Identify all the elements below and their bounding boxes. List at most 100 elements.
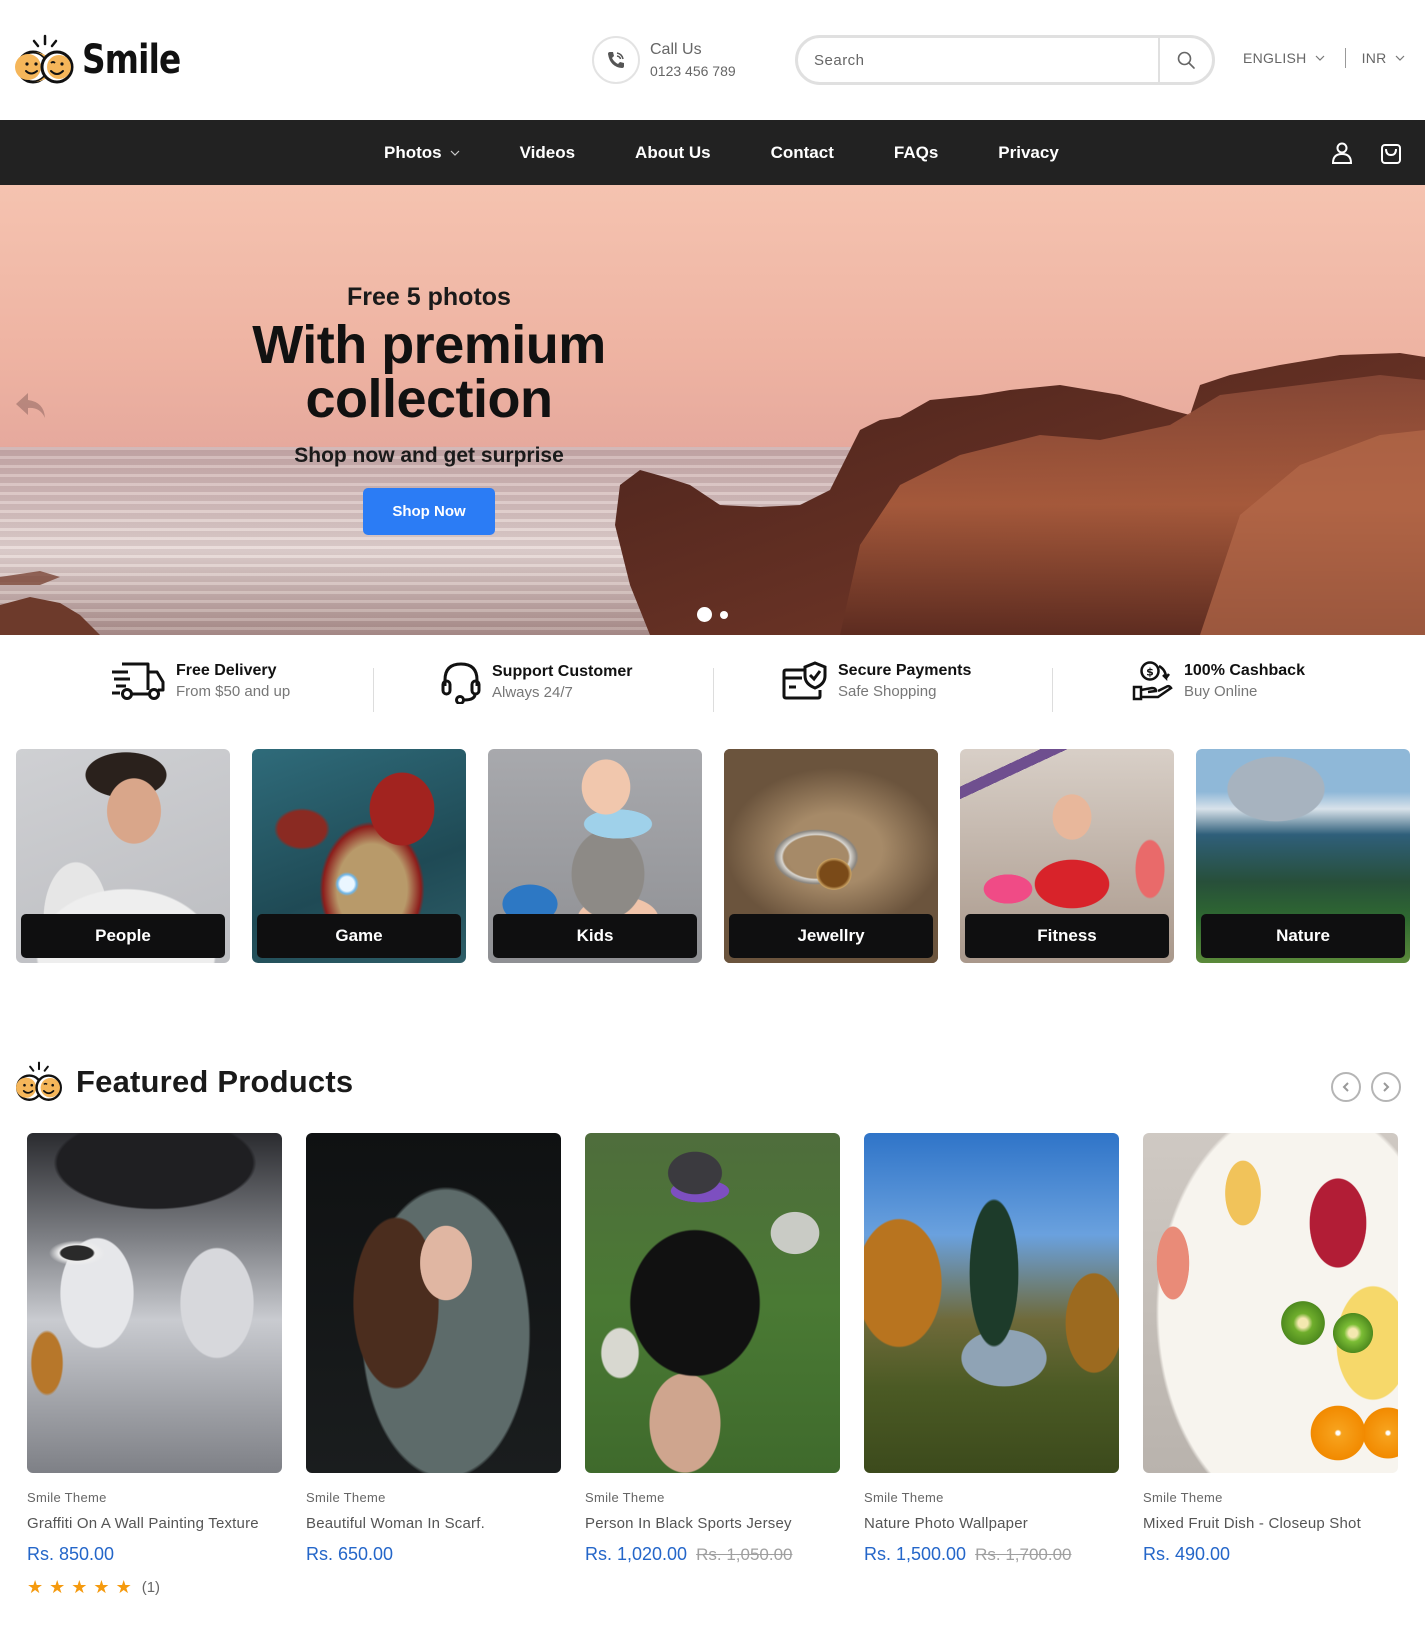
product-card: Smile Theme Nature Photo Wallpaper Rs. 1… <box>864 1133 1119 1598</box>
product-image[interactable] <box>585 1133 840 1473</box>
chevron-left-icon <box>1342 1082 1349 1092</box>
nav-item-photos[interactable]: Photos <box>384 143 460 163</box>
category-tile-nature[interactable]: Nature <box>1196 749 1410 963</box>
category-tile-kids[interactable]: Kids <box>488 749 702 963</box>
category-label: Fitness <box>965 914 1169 958</box>
nav-item-faqs[interactable]: FAQs <box>894 143 938 163</box>
star-icon: ★ <box>93 1577 110 1597</box>
nav-item-label: Photos <box>384 142 442 162</box>
locale-selectors: ENGLISH INR <box>1243 48 1405 68</box>
product-image[interactable] <box>1143 1133 1398 1473</box>
category-label: Kids <box>493 914 697 958</box>
product-card: Smile Theme Beautiful Woman In Scarf. Rs… <box>306 1133 561 1598</box>
nav-item-contact[interactable]: Contact <box>771 143 834 163</box>
star-icon: ★ <box>27 1577 44 1597</box>
category-tile-fitness[interactable]: Fitness <box>960 749 1174 963</box>
shop-now-button[interactable]: Shop Now <box>363 488 495 535</box>
product-vendor: Smile Theme <box>585 1490 665 1505</box>
slider-dot-active[interactable] <box>697 607 712 622</box>
chevron-down-icon <box>1395 55 1405 61</box>
phone-icon <box>592 36 640 84</box>
call-number[interactable]: 0123 456 789 <box>650 61 736 81</box>
product-image[interactable] <box>27 1133 282 1473</box>
account-button[interactable] <box>1331 141 1353 165</box>
nav-item-label: Privacy <box>998 142 1059 162</box>
currency-selector[interactable]: INR <box>1362 50 1405 66</box>
category-label: Jewellry <box>729 914 933 958</box>
product-price: Rs. 1,020.00 Rs. 1,050.00 <box>585 1544 840 1565</box>
shopping-bag-icon <box>1381 143 1401 164</box>
star-icon: ★ <box>115 1577 132 1597</box>
category-label: Game <box>257 914 461 958</box>
product-price: Rs. 650.00 <box>306 1544 561 1565</box>
search-button[interactable] <box>1158 38 1212 82</box>
feature-item: $ 100% Cashback Buy Online <box>1132 660 1305 702</box>
nav-item-videos[interactable]: Videos <box>520 143 575 163</box>
site-header: Smile Call Us 0123 456 789 ENGLISH <box>0 0 1425 120</box>
product-title[interactable]: Beautiful Woman In Scarf. <box>306 1515 561 1532</box>
compare-at-price: Rs. 1,700.00 <box>975 1545 1072 1564</box>
product-vendor: Smile Theme <box>864 1490 944 1505</box>
cart-button[interactable] <box>1379 141 1403 165</box>
nav-item-label: About Us <box>635 142 711 162</box>
product-vendor: Smile Theme <box>306 1490 386 1505</box>
feature-subtitle: Buy Online <box>1184 682 1258 700</box>
brand-logo[interactable]: Smile <box>14 34 202 86</box>
product-title[interactable]: Mixed Fruit Dish - Closeup Shot <box>1143 1515 1398 1532</box>
product-vendor: Smile Theme <box>27 1490 107 1505</box>
product-rating: ★ ★ ★ ★ ★ (1) <box>27 1577 282 1598</box>
language-selector[interactable]: ENGLISH <box>1243 50 1325 66</box>
category-label: Nature <box>1201 914 1405 958</box>
carousel-prev-button[interactable] <box>1331 1072 1361 1102</box>
locale-divider <box>1344 48 1346 68</box>
nav-item-privacy[interactable]: Privacy <box>998 143 1059 163</box>
product-carousel: Smile Theme Graffiti On A Wall Painting … <box>27 1133 1398 1598</box>
feature-item: Free Delivery From $50 and up <box>110 660 290 702</box>
cashback-hand-icon: $ <box>1132 661 1173 701</box>
product-image[interactable] <box>864 1133 1119 1473</box>
chevron-right-icon <box>1383 1082 1390 1092</box>
smile-faces-logo-icon <box>15 34 74 84</box>
sale-price: Rs. 1,020.00 <box>585 1544 688 1564</box>
features-bar: Free Delivery From $50 and up Support Cu… <box>0 660 1425 720</box>
feature-title: Secure Payments <box>838 661 972 679</box>
arrow-back-icon <box>16 393 45 418</box>
hero-title-line: With premium <box>252 315 606 375</box>
category-tile-game[interactable]: Game <box>252 749 466 963</box>
hero-title: With premium collection <box>190 318 668 426</box>
product-title[interactable]: Person In Black Sports Jersey <box>585 1515 840 1532</box>
feature-title: Free Delivery <box>176 661 277 679</box>
product-image[interactable] <box>306 1133 561 1473</box>
product-price: Rs. 1,500.00 Rs. 1,700.00 <box>864 1544 1119 1565</box>
secure-card-icon <box>782 661 827 700</box>
call-us[interactable]: Call Us 0123 456 789 <box>592 36 736 84</box>
feature-item: Support Customer Always 24/7 <box>440 660 632 704</box>
nav-item-label: FAQs <box>893 142 939 162</box>
carousel-nav <box>1331 1072 1401 1102</box>
category-grid: People Game Kids Jewellry Fitness Nature <box>16 749 1410 963</box>
featured-products-title: Featured Products <box>76 1064 354 1099</box>
feature-divider <box>373 668 374 712</box>
sale-price: Rs. 1,500.00 <box>864 1544 967 1564</box>
sale-price: Rs. 850.00 <box>27 1544 115 1564</box>
hero-slider: Free 5 photos With premium collection Sh… <box>0 185 1425 635</box>
sale-price: Rs. 490.00 <box>1143 1544 1231 1564</box>
product-title[interactable]: Nature Photo Wallpaper <box>864 1515 1119 1532</box>
category-tile-jewellry[interactable]: Jewellry <box>724 749 938 963</box>
compare-at-price: Rs. 1,050.00 <box>696 1545 793 1564</box>
slider-dot[interactable] <box>720 610 728 619</box>
search-input[interactable] <box>798 38 1158 82</box>
category-tile-people[interactable]: People <box>16 749 230 963</box>
feature-divider <box>713 668 714 712</box>
product-title[interactable]: Graffiti On A Wall Painting Texture <box>27 1515 282 1532</box>
feature-subtitle: Always 24/7 <box>492 683 573 701</box>
truck-icon <box>112 662 165 700</box>
brand-name: Smile <box>82 37 181 83</box>
hero-prev-button[interactable] <box>14 390 48 425</box>
hero-subtitle: Free 5 photos <box>347 283 511 311</box>
nav-item-about-us[interactable]: About Us <box>635 143 711 163</box>
carousel-next-button[interactable] <box>1371 1072 1401 1102</box>
user-icon <box>1331 142 1353 164</box>
smile-faces-icon <box>16 1061 62 1101</box>
feature-item: Secure Payments Safe Shopping <box>782 660 971 702</box>
